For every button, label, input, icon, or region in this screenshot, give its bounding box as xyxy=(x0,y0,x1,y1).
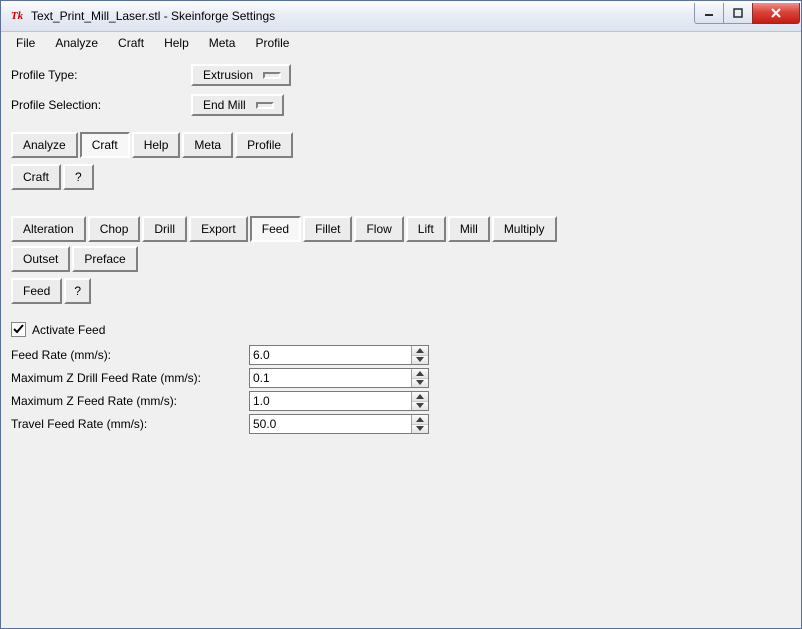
menu-help[interactable]: Help xyxy=(155,34,198,52)
profile-selection-select[interactable]: End Mill xyxy=(191,94,284,116)
spin-up-button[interactable] xyxy=(412,346,428,356)
craft-tab-drill[interactable]: Drill xyxy=(142,216,187,242)
activate-feed-row: Activate Feed xyxy=(11,322,791,337)
field-row-3: Travel Feed Rate (mm/s): xyxy=(11,414,791,434)
field-label: Feed Rate (mm/s): xyxy=(11,348,249,362)
profile-type-value: Extrusion xyxy=(203,68,253,82)
field-label: Maximum Z Drill Feed Rate (mm/s): xyxy=(11,371,249,385)
window-controls xyxy=(695,3,800,23)
craft-help-button[interactable]: ? xyxy=(63,164,94,190)
spin-up-icon xyxy=(416,371,424,376)
spin-down-button[interactable] xyxy=(412,356,428,365)
minimize-button[interactable] xyxy=(694,3,724,24)
feed-action-bar: Feed ? xyxy=(11,278,791,304)
spin-down-icon xyxy=(416,426,424,431)
menu-file[interactable]: File xyxy=(7,34,44,52)
spin-up-icon xyxy=(416,417,424,422)
title-bar: Tk Text_Print_Mill_Laser.stl - Skeinforg… xyxy=(1,1,801,32)
maximize-icon xyxy=(733,8,743,18)
spinbox xyxy=(249,345,429,365)
close-button[interactable] xyxy=(752,3,800,24)
craft-tab-mill[interactable]: Mill xyxy=(448,216,490,242)
craft-tab-flow[interactable]: Flow xyxy=(354,216,403,242)
feed-form: Activate Feed Feed Rate (mm/s): Maximum Z… xyxy=(11,322,791,437)
menu-meta[interactable]: Meta xyxy=(200,34,245,52)
spin-up-icon xyxy=(416,348,424,353)
craft-tab-chop[interactable]: Chop xyxy=(88,216,141,242)
profile-type-label: Profile Type: xyxy=(11,68,191,82)
spinbox xyxy=(249,414,429,434)
tab-help[interactable]: Help xyxy=(132,132,181,158)
craft-tab-alteration[interactable]: Alteration xyxy=(11,216,86,242)
optionmenu-indicator-icon xyxy=(256,102,274,109)
menu-bar: File Analyze Craft Help Meta Profile xyxy=(1,32,801,54)
field-row-2: Maximum Z Feed Rate (mm/s): xyxy=(11,391,791,411)
tab-meta[interactable]: Meta xyxy=(182,132,233,158)
spinbox-input[interactable] xyxy=(250,415,411,433)
spin-up-icon xyxy=(416,394,424,399)
spinbox-input[interactable] xyxy=(250,392,411,410)
spin-up-button[interactable] xyxy=(412,369,428,379)
close-icon xyxy=(770,8,782,18)
client-area: Profile Type: Extrusion Profile Selectio… xyxy=(1,54,801,628)
optionmenu-indicator-icon xyxy=(263,72,281,79)
menu-analyze[interactable]: Analyze xyxy=(46,34,107,52)
craft-tab-strip-row1: AlterationChopDrillExportFeedFilletFlowL… xyxy=(11,216,791,242)
craft-tab-export[interactable]: Export xyxy=(189,216,248,242)
profile-selection-row: Profile Selection: End Mill xyxy=(11,94,791,116)
app-icon: Tk xyxy=(9,8,25,24)
craft-tab-fillet[interactable]: Fillet xyxy=(303,216,352,242)
activate-feed-label: Activate Feed xyxy=(32,323,105,337)
field-row-1: Maximum Z Drill Feed Rate (mm/s): xyxy=(11,368,791,388)
menu-profile[interactable]: Profile xyxy=(246,34,298,52)
spin-down-button[interactable] xyxy=(412,379,428,388)
field-row-0: Feed Rate (mm/s): xyxy=(11,345,791,365)
craft-tab-outset[interactable]: Outset xyxy=(11,246,70,272)
profile-type-select[interactable]: Extrusion xyxy=(191,64,291,86)
spinbox-input[interactable] xyxy=(250,346,411,364)
spinbox-buttons xyxy=(411,346,428,364)
craft-tab-lift[interactable]: Lift xyxy=(406,216,446,242)
maximize-button[interactable] xyxy=(723,3,753,24)
tab-analyze[interactable]: Analyze xyxy=(11,132,78,158)
profile-type-row: Profile Type: Extrusion xyxy=(11,64,791,86)
spinbox-buttons xyxy=(411,392,428,410)
spin-up-button[interactable] xyxy=(412,415,428,425)
main-tab-strip: AnalyzeCraftHelpMetaProfile xyxy=(11,132,791,158)
spinbox-buttons xyxy=(411,369,428,387)
spinbox xyxy=(249,391,429,411)
spin-down-icon xyxy=(416,357,424,362)
tab-craft[interactable]: Craft xyxy=(80,132,130,158)
tab-profile[interactable]: Profile xyxy=(235,132,293,158)
profile-selection-label: Profile Selection: xyxy=(11,98,191,112)
window-title: Text_Print_Mill_Laser.stl - Skeinforge S… xyxy=(31,9,695,23)
field-label: Travel Feed Rate (mm/s): xyxy=(11,417,249,431)
feed-fields: Feed Rate (mm/s): Maximum Z Drill Feed Ra… xyxy=(11,345,791,434)
spin-down-button[interactable] xyxy=(412,402,428,411)
craft-tab-multiply[interactable]: Multiply xyxy=(492,216,557,242)
field-label: Maximum Z Feed Rate (mm/s): xyxy=(11,394,249,408)
craft-tab-strip-row2: OutsetPreface xyxy=(11,246,791,272)
app-window: Tk Text_Print_Mill_Laser.stl - Skeinforg… xyxy=(0,0,802,629)
craft-tab-preface[interactable]: Preface xyxy=(72,246,137,272)
menu-craft[interactable]: Craft xyxy=(109,34,153,52)
feed-button[interactable]: Feed xyxy=(11,278,62,304)
spin-up-button[interactable] xyxy=(412,392,428,402)
spinbox-input[interactable] xyxy=(250,369,411,387)
profile-selection-value: End Mill xyxy=(203,98,246,112)
craft-tab-feed[interactable]: Feed xyxy=(250,216,301,242)
spin-down-icon xyxy=(416,380,424,385)
spin-down-icon xyxy=(416,403,424,408)
activate-feed-checkbox[interactable] xyxy=(11,322,26,337)
spin-down-button[interactable] xyxy=(412,425,428,434)
craft-action-bar: Craft ? xyxy=(11,164,791,190)
spinbox xyxy=(249,368,429,388)
minimize-icon xyxy=(704,8,714,18)
feed-help-button[interactable]: ? xyxy=(64,278,91,304)
craft-button[interactable]: Craft xyxy=(11,164,61,190)
checkmark-icon xyxy=(13,324,24,335)
spinbox-buttons xyxy=(411,415,428,433)
